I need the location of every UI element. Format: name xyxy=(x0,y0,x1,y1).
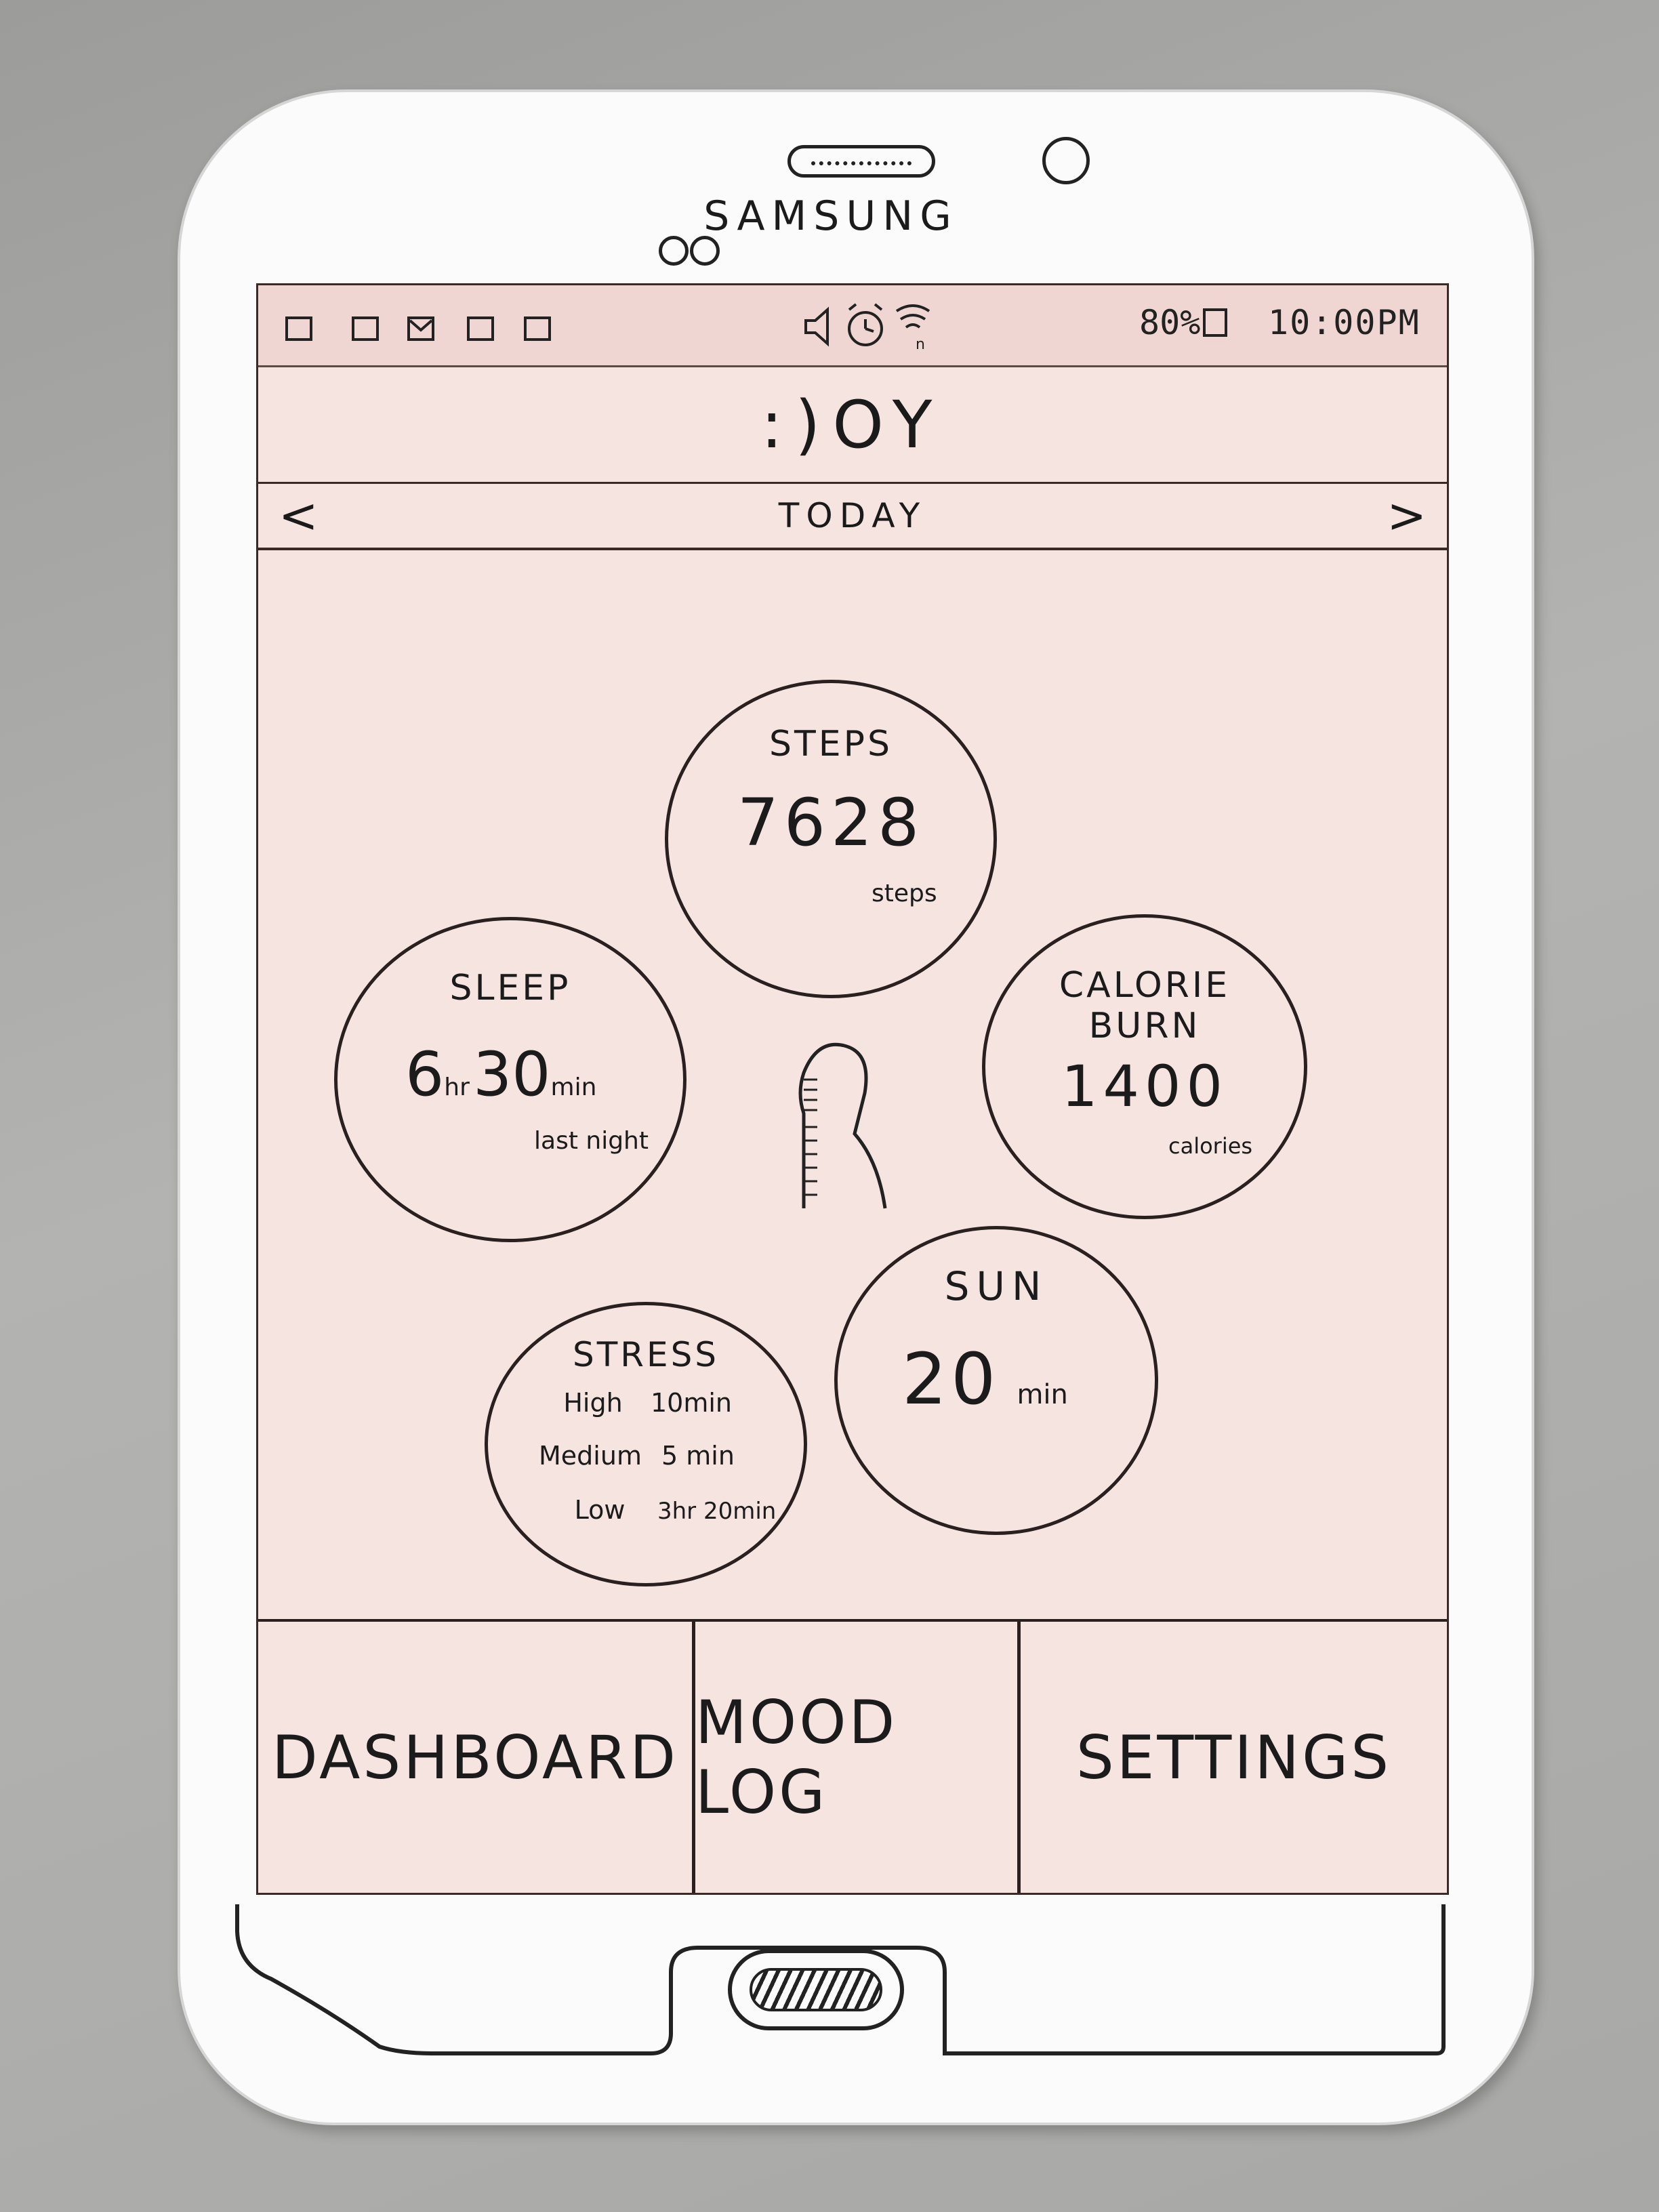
stress-row: Medium 5 min xyxy=(519,1441,735,1471)
sleep-card[interactable]: SLEEP 6hr 30min last night xyxy=(334,917,687,1242)
sun-value: 20 xyxy=(902,1338,1000,1420)
sleep-hours-unit: hr xyxy=(444,1073,470,1101)
sleep-minutes-unit: min xyxy=(550,1073,597,1101)
steps-unit: steps xyxy=(872,880,937,907)
stress-row: Low 3hr 20min xyxy=(542,1495,777,1525)
steps-title: STEPS xyxy=(769,724,893,764)
sleep-title: SLEEP xyxy=(449,968,571,1008)
tab-dashboard[interactable]: DASHBOARD xyxy=(258,1622,692,1893)
sun-unit: min xyxy=(1017,1379,1068,1410)
calorie-title-line2: BURN xyxy=(1088,1006,1201,1046)
tab-mood-log[interactable]: MOOD LOG xyxy=(692,1622,1017,1893)
stress-row: High 10min xyxy=(535,1388,732,1418)
date-label: TODAY xyxy=(778,496,927,535)
notification-square-icon xyxy=(352,316,379,341)
steps-card[interactable]: STEPS 7628 steps xyxy=(665,680,997,998)
sensor-dot-right xyxy=(690,236,720,266)
sleep-hours: 6 xyxy=(405,1039,445,1110)
notification-square-icon xyxy=(285,316,312,341)
stress-time-medium: 5 min xyxy=(661,1441,735,1471)
home-button[interactable] xyxy=(728,1949,904,2030)
stress-level-low: Low xyxy=(574,1495,626,1525)
sensor-dot-left xyxy=(659,236,689,266)
tab-settings[interactable]: SETTINGS xyxy=(1017,1622,1447,1893)
app-title: :)OY xyxy=(760,387,945,463)
battery-level: 80% xyxy=(1139,303,1228,342)
sun-card[interactable]: SUN 20 min xyxy=(834,1226,1158,1535)
notification-square-icon xyxy=(524,316,551,341)
status-bar: n 80% 10:00PM xyxy=(258,285,1447,367)
stress-time-high: 10min xyxy=(651,1388,733,1418)
mail-icon xyxy=(407,316,434,341)
next-day-button[interactable]: > xyxy=(1387,488,1427,544)
person-icon xyxy=(798,1042,887,1209)
calorie-unit: calories xyxy=(1168,1133,1253,1159)
sleep-note: last night xyxy=(534,1127,649,1155)
stress-card[interactable]: STRESS High 10min Medium 5 min Low 3hr 20mi… xyxy=(485,1302,807,1586)
earpiece-speaker xyxy=(787,145,935,178)
calorie-value: 1400 xyxy=(1061,1053,1228,1120)
app-screen: n 80% 10:00PM :)OY < TODAY > STEPS 7628 … xyxy=(256,283,1449,1895)
status-time: 10:00PM xyxy=(1268,303,1420,342)
stress-time-low: 3hr 20min xyxy=(657,1498,777,1525)
battery-icon xyxy=(1203,308,1228,337)
app-header: :)OY xyxy=(258,367,1447,484)
steps-value: 7628 xyxy=(737,785,925,861)
calorie-title-line1: CALORIE xyxy=(1059,965,1231,1006)
front-camera-icon xyxy=(1042,137,1090,184)
speaker-icon xyxy=(804,306,829,347)
calorie-burn-card[interactable]: CALORIE BURN 1400 calories xyxy=(982,914,1307,1219)
notification-square-icon xyxy=(467,316,494,341)
sleep-minutes: 30 xyxy=(472,1039,551,1110)
date-navigator: < TODAY > xyxy=(258,484,1447,550)
wifi-icon: n xyxy=(895,304,930,353)
sun-title: SUN xyxy=(944,1263,1048,1309)
stress-title: STRESS xyxy=(572,1335,720,1374)
stress-level-high: High xyxy=(563,1388,623,1418)
stress-level-medium: Medium xyxy=(539,1441,642,1471)
device-brand: SAMSUNG xyxy=(703,192,958,240)
bottom-tab-bar: DASHBOARD MOOD LOG SETTINGS xyxy=(258,1619,1447,1893)
svg-text:n: n xyxy=(916,336,925,353)
alarm-icon xyxy=(848,303,883,346)
